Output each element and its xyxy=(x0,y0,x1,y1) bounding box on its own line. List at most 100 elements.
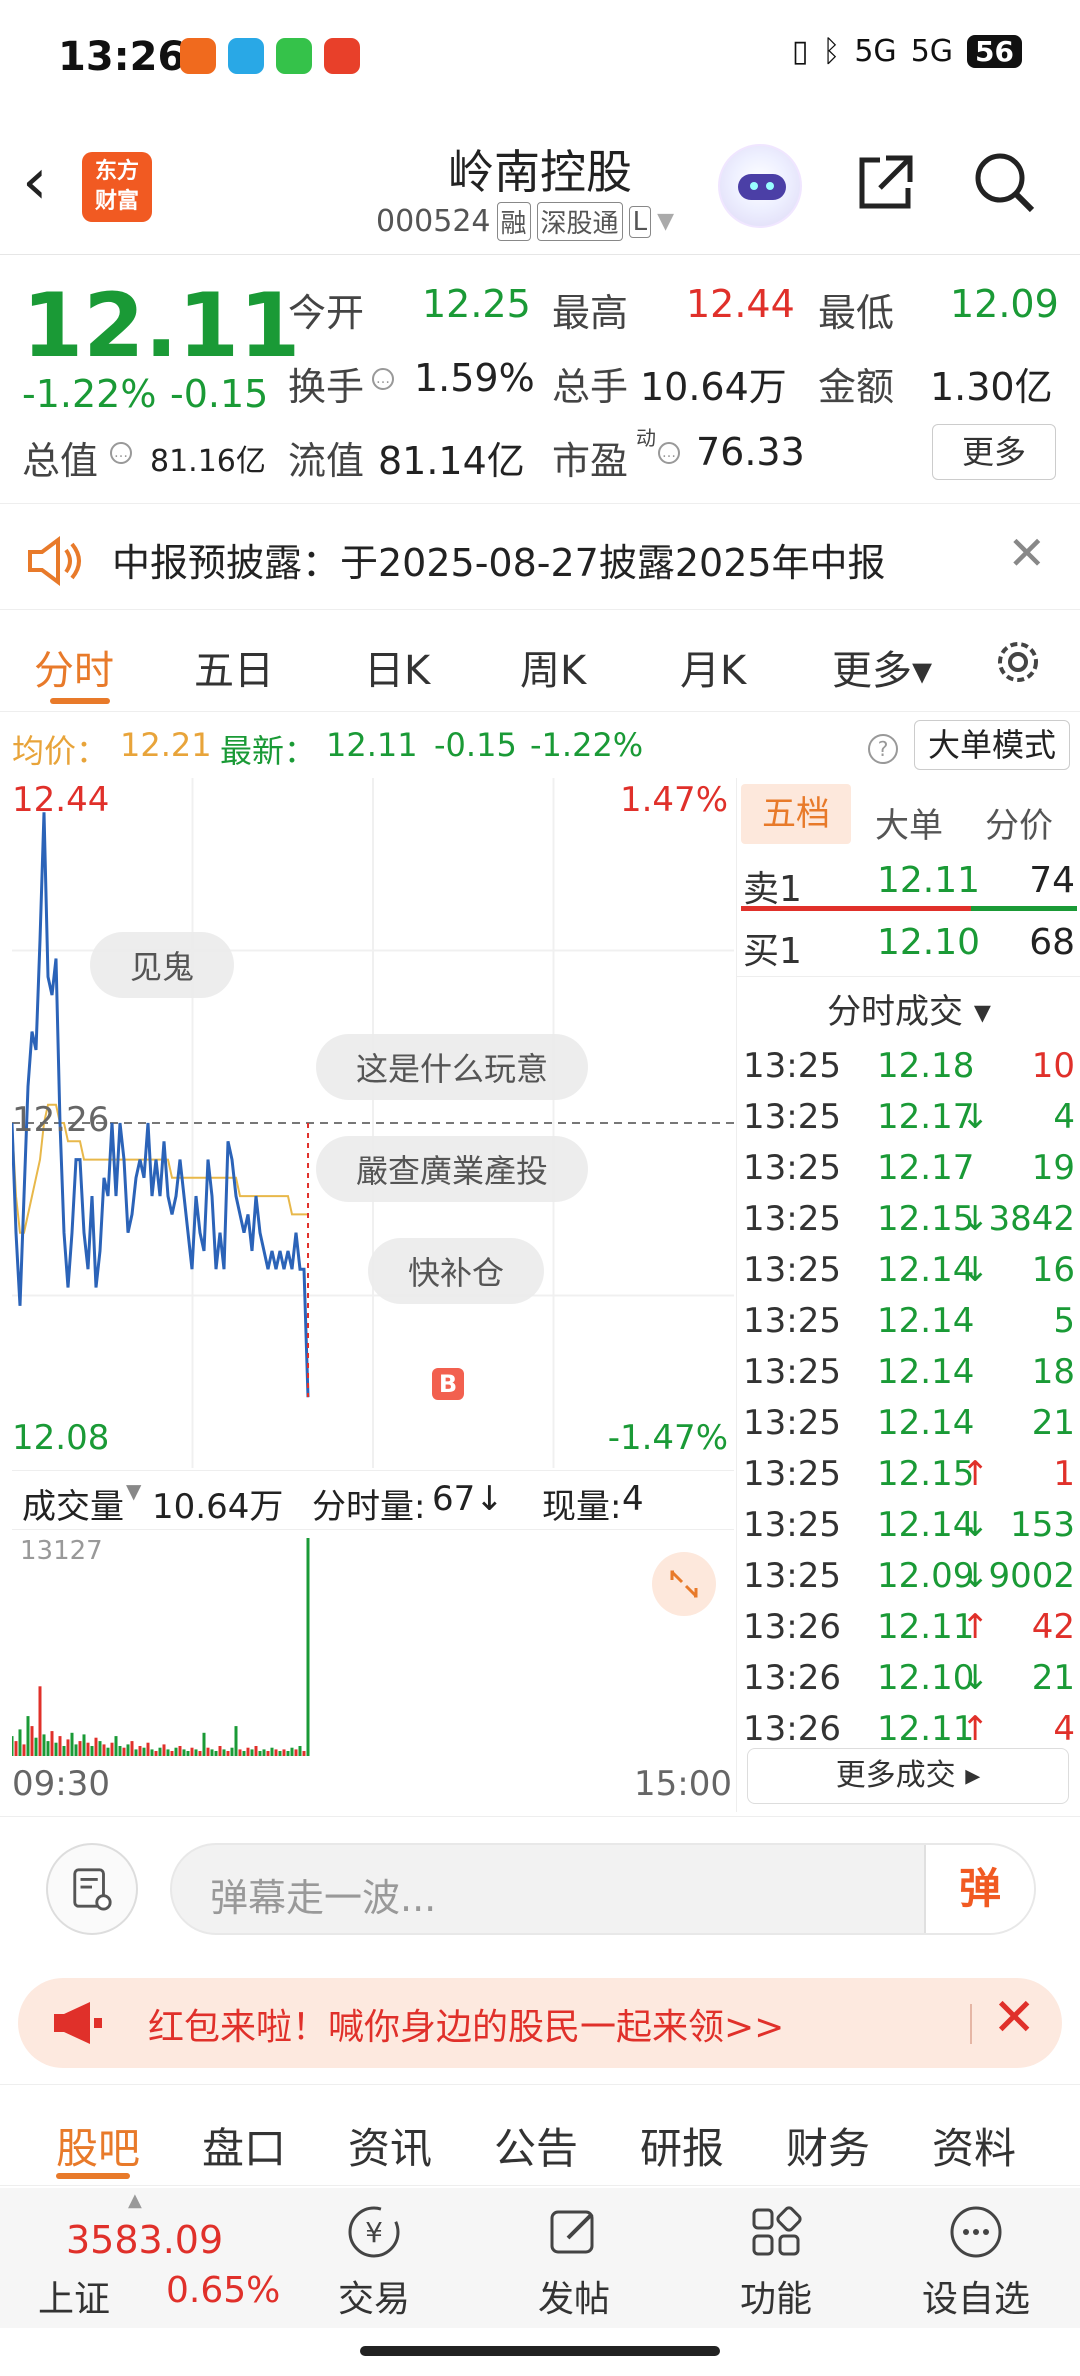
volume-bar xyxy=(130,1741,134,1756)
sell-1-qty: 74 xyxy=(1029,860,1075,901)
trade-price: 12.14 xyxy=(877,1505,975,1545)
info-icon[interactable]: … xyxy=(372,368,394,390)
share-icon[interactable] xyxy=(852,150,918,216)
pe-value: 76.33 xyxy=(696,430,805,474)
intraday-chart[interactable]: 12.44 1.47% 12.26 12.08 -1.47% 见鬼 这是什么玩意… xyxy=(12,778,734,1468)
close-icon[interactable]: ✕ xyxy=(1007,526,1046,580)
grid-icon xyxy=(752,2206,802,2256)
trade-row: 13:25 12.17 19 xyxy=(737,1144,1080,1195)
red-packet-banner[interactable]: 红包来啦！喊你身边的股民一起来领>> ✕ xyxy=(18,1978,1062,2068)
nav-trade-label: 交易 xyxy=(337,2279,410,2320)
nav-functions[interactable]: 功能 xyxy=(676,2188,876,2328)
tab-intraday[interactable]: 分时 xyxy=(34,638,114,696)
chevron-down-icon[interactable]: ▼ xyxy=(126,1479,141,1503)
search-icon[interactable] xyxy=(972,150,1038,216)
volume-bar xyxy=(78,1741,82,1756)
trade-time: 13:25 xyxy=(743,1199,841,1239)
tab-profile[interactable]: 资料 xyxy=(932,2115,1016,2176)
buy-marker[interactable]: B xyxy=(432,1368,464,1400)
gear-icon[interactable] xyxy=(990,634,1046,690)
notice-text: 中报预披露：于2025-08-27披露2025年中报 xyxy=(112,541,886,585)
float-value: 81.14亿 xyxy=(378,439,525,483)
danmaku-input[interactable]: 弹幕走一波... 弹 xyxy=(170,1843,1036,1935)
tab-news[interactable]: 资讯 xyxy=(348,2115,432,2176)
trade-time: 13:25 xyxy=(743,1046,841,1086)
ai-assistant-avatar[interactable] xyxy=(718,144,802,228)
nav-add-watchlist[interactable]: 设自选 xyxy=(876,2188,1076,2328)
tab-announcements[interactable]: 公告 xyxy=(494,2115,578,2176)
trade-price: 12.17 xyxy=(877,1097,975,1137)
more-button[interactable]: 更多 xyxy=(932,424,1056,480)
tab-research[interactable]: 研报 xyxy=(640,2115,724,2176)
tab-monthly-k[interactable]: 月K xyxy=(680,638,746,696)
volume-bar xyxy=(218,1746,222,1756)
trade-time: 13:26 xyxy=(743,1607,841,1647)
pe-dynamic-sup: 动 xyxy=(636,426,656,450)
tab-five-day[interactable]: 五日 xyxy=(194,638,274,696)
danmaku-settings-icon[interactable] xyxy=(46,1843,138,1935)
stock-code-line[interactable]: 000524 融 深股通 L ▼ xyxy=(376,202,674,241)
volume-bar xyxy=(26,1716,30,1756)
trade-time: 13:26 xyxy=(743,1709,841,1749)
tab-five-levels[interactable]: 五档 xyxy=(741,784,851,844)
notice-bar[interactable]: 中报预披露：于2025-08-27披露2025年中报 ✕ xyxy=(0,506,1080,610)
trade-qty: 16 xyxy=(1031,1250,1075,1290)
tab-big-orders[interactable]: 大单 xyxy=(875,798,943,847)
volume-bar xyxy=(138,1746,142,1756)
volume-bar xyxy=(206,1747,210,1756)
volume-bar xyxy=(42,1734,46,1756)
banner-divider xyxy=(970,2004,972,2044)
help-icon[interactable]: ? xyxy=(868,734,898,764)
volume-bar xyxy=(254,1746,258,1756)
chart-bottom-pct: -1.47% xyxy=(607,1418,728,1458)
trade-price: 12.15 xyxy=(877,1199,975,1239)
turnover-value: 1.59% xyxy=(414,356,535,400)
index-ticker[interactable]: ▲ 3583.09 上证 0.65% xyxy=(0,2188,290,2328)
trades-header[interactable]: 分时成交 ▾ xyxy=(737,984,1080,1033)
volume-bar xyxy=(298,1746,302,1756)
trade-qty: 5 xyxy=(1053,1301,1075,1341)
trade-price: 12.14 xyxy=(877,1352,975,1392)
more-trades-button[interactable]: 更多成交 ▸ xyxy=(747,1748,1069,1804)
volume-bar xyxy=(38,1686,42,1756)
speaker-icon xyxy=(28,536,81,586)
danmaku-send-button[interactable]: 弹 xyxy=(924,1845,1034,1933)
game-notification-icon xyxy=(324,38,360,74)
home-indicator xyxy=(360,2346,720,2356)
volume-bar xyxy=(12,1736,14,1756)
chart-top-price: 12.44 xyxy=(12,780,110,820)
tab-market-depth[interactable]: 盘口 xyxy=(202,2115,286,2176)
danmaku-bubble: 这是什么玩意 xyxy=(316,1034,589,1100)
tab-financials[interactable]: 财务 xyxy=(786,2115,870,2176)
danmaku-bubble: 嚴查廣業產投 xyxy=(316,1136,589,1202)
trade-qty: 3842 xyxy=(988,1199,1075,1239)
expand-icon[interactable] xyxy=(652,1552,716,1616)
volume-bar xyxy=(46,1741,50,1756)
volume-label[interactable]: 成交量 xyxy=(22,1479,124,1528)
tab-price-dist[interactable]: 分价 xyxy=(985,798,1053,847)
info-icon[interactable]: … xyxy=(110,442,132,464)
status-bar: 13:26 ▯ ᛒ 5G 5G 56 xyxy=(0,0,1080,110)
tab-daily-k[interactable]: 日K xyxy=(364,638,430,696)
buy-1-qty: 68 xyxy=(1029,922,1075,963)
nav-post[interactable]: 发帖 xyxy=(474,2188,674,2328)
tab-more[interactable]: 更多▾ xyxy=(832,638,932,696)
volume-bar xyxy=(22,1744,26,1756)
trade-row: 13:25 12.15 ↓ 3842 xyxy=(737,1195,1080,1246)
nav-trade[interactable]: ¥ 交易 xyxy=(274,2188,474,2328)
volume-total: 10.64万 xyxy=(152,1487,284,1527)
info-icon[interactable]: … xyxy=(658,442,680,464)
trade-time: 13:25 xyxy=(743,1454,841,1494)
volume-bar xyxy=(58,1736,62,1756)
latest-pct: -1.22% xyxy=(530,726,644,764)
tab-weekly-k[interactable]: 周K xyxy=(520,638,586,696)
trade-row: 13:25 12.14 21 xyxy=(737,1399,1080,1450)
trade-price: 12.09 xyxy=(877,1556,975,1596)
tab-forum[interactable]: 股吧 xyxy=(56,2115,140,2176)
trade-price: 12.14 xyxy=(877,1250,975,1290)
close-icon[interactable]: ✕ xyxy=(992,1988,1036,2048)
volume-bar xyxy=(190,1747,194,1756)
low-label: 最低 xyxy=(818,291,895,335)
trade-arrow: ↑ xyxy=(961,1607,990,1647)
big-order-mode-button[interactable]: 大单模式 xyxy=(914,720,1070,770)
